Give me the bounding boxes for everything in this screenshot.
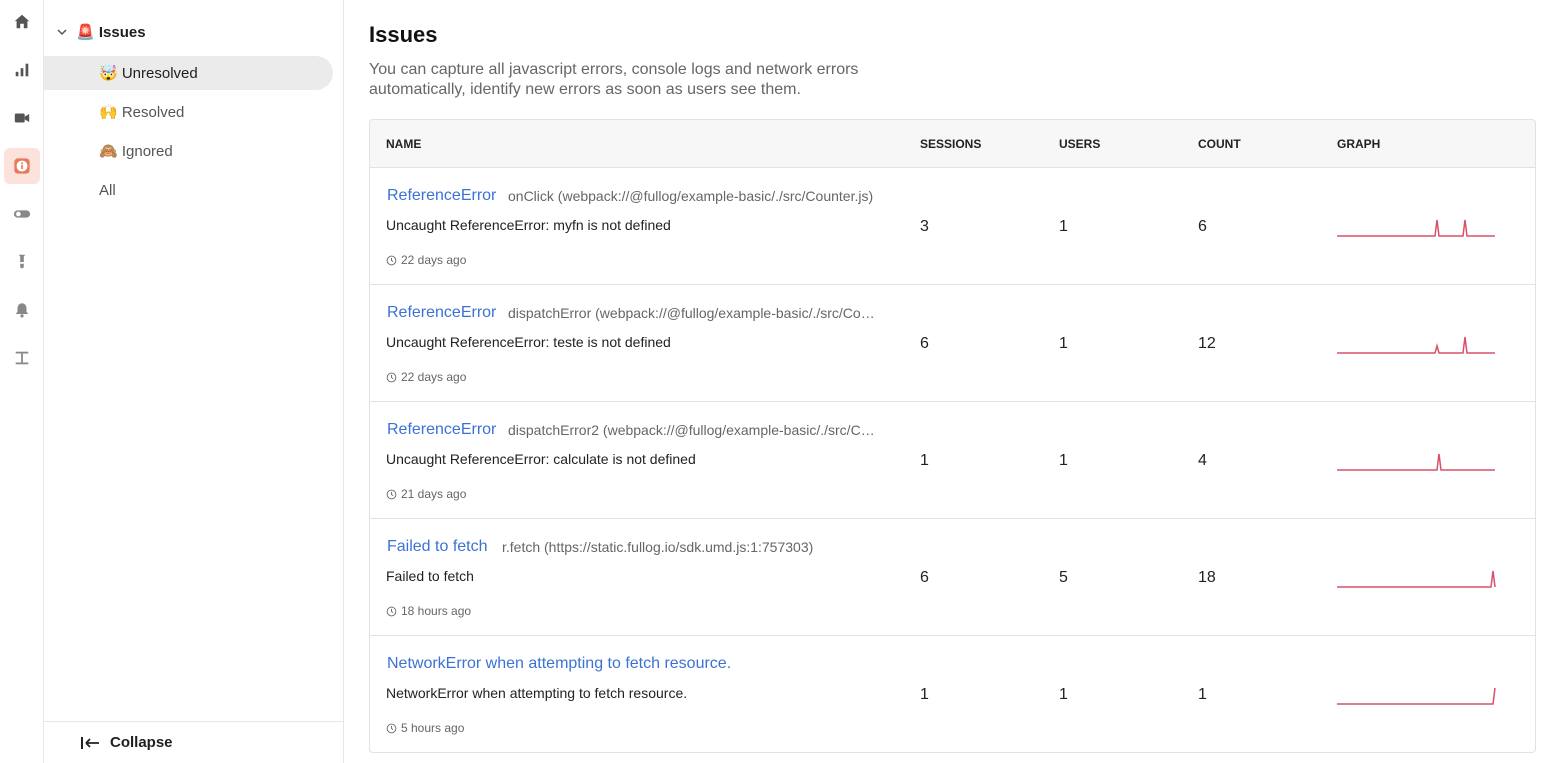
section-title: 🚨 Issues — [76, 24, 146, 41]
sidebar-item-all[interactable]: All — [44, 173, 333, 207]
header-graph: GRAPH — [1337, 137, 1381, 151]
sparkline-graph — [1337, 219, 1495, 237]
video-icon[interactable] — [4, 100, 40, 136]
users-count: 1 — [1059, 452, 1068, 469]
collapse-button[interactable]: Collapse — [44, 721, 343, 763]
error-source: dispatchError (webpack://@fullog/example… — [508, 305, 878, 321]
users-count: 1 — [1059, 335, 1068, 352]
table-row[interactable]: NetworkError when attempting to fetch re… — [370, 636, 1535, 752]
flask-icon[interactable] — [4, 244, 40, 280]
error-title-link[interactable]: ReferenceError — [387, 187, 496, 205]
sessions-count: 6 — [920, 569, 929, 586]
sidebar-item-resolved[interactable]: 🙌 Resolved — [44, 95, 333, 129]
clock-icon — [386, 372, 397, 382]
header-name[interactable]: NAME — [386, 137, 421, 151]
event-count: 18 — [1198, 569, 1216, 586]
event-count: 6 — [1198, 218, 1207, 235]
error-message: Uncaught ReferenceError: teste is not de… — [386, 334, 671, 350]
sparkline-graph — [1337, 336, 1495, 354]
clock-icon — [386, 255, 397, 265]
sparkline-graph — [1337, 570, 1496, 588]
table-header: NAME SESSIONS USERS COUNT GRAPH — [370, 120, 1535, 168]
sessions-count: 1 — [920, 686, 929, 703]
issues-icon[interactable] — [4, 148, 40, 184]
sessions-count: 6 — [920, 335, 929, 352]
issues-sidebar: 🚨 Issues 🤯 Unresolved 🙌 Resolved 🙈 Ignor… — [44, 0, 344, 763]
error-title-link[interactable]: ReferenceError — [387, 421, 496, 439]
time-ago: 21 days ago — [401, 487, 467, 501]
issues-table: NAME SESSIONS USERS COUNT GRAPH Referenc… — [369, 119, 1536, 753]
collapse-icon — [81, 736, 99, 749]
collapse-label: Collapse — [110, 734, 173, 751]
time-ago: 18 hours ago — [401, 604, 472, 618]
time-ago: 5 hours ago — [401, 721, 465, 735]
sparkline-line — [1337, 570, 1496, 588]
sidebar-item-ignored[interactable]: 🙈 Ignored — [44, 134, 333, 168]
error-source: r.fetch (https://static.fullog.io/sdk.um… — [502, 539, 814, 555]
sparkline-line — [1337, 453, 1495, 471]
page-description: You can capture all javascript errors, c… — [369, 61, 859, 98]
icon-rail — [0, 0, 44, 763]
sparkline-graph — [1337, 687, 1496, 705]
home-icon[interactable] — [4, 4, 40, 40]
sparkline-line — [1337, 336, 1495, 354]
table-row[interactable]: ReferenceError dispatchError (webpack://… — [370, 285, 1535, 402]
error-title-link[interactable]: ReferenceError — [387, 304, 496, 322]
settings-icon[interactable] — [4, 340, 40, 376]
error-timestamp: 22 days ago — [386, 253, 466, 267]
error-message: NetworkError when attempting to fetch re… — [386, 685, 688, 701]
clock-icon — [386, 723, 397, 733]
error-timestamp: 18 hours ago — [386, 604, 471, 618]
event-count: 12 — [1198, 335, 1216, 352]
error-title-link[interactable]: Failed to fetch — [387, 538, 488, 556]
event-count: 1 — [1198, 686, 1207, 703]
error-message: Failed to fetch — [386, 568, 474, 584]
error-timestamp: 21 days ago — [386, 487, 466, 501]
time-ago: 22 days ago — [401, 253, 467, 267]
sparkline-line — [1337, 687, 1496, 705]
users-count: 5 — [1059, 569, 1068, 586]
table-row[interactable]: Failed to fetch r.fetch (https://static.… — [370, 519, 1535, 636]
error-source: dispatchError2 (webpack://@fullog/exampl… — [508, 422, 878, 438]
bell-icon[interactable] — [4, 292, 40, 328]
error-message: Uncaught ReferenceError: myfn is not def… — [386, 217, 671, 233]
sidebar-item-unresolved[interactable]: 🤯 Unresolved — [44, 56, 333, 90]
toggle-icon[interactable] — [4, 196, 40, 232]
error-message: Uncaught ReferenceError: calculate is no… — [386, 451, 696, 467]
error-title-link[interactable]: NetworkError when attempting to fetch re… — [387, 655, 731, 673]
header-count[interactable]: COUNT — [1198, 137, 1241, 151]
users-count: 1 — [1059, 686, 1068, 703]
page-title: Issues — [369, 22, 438, 47]
table-row[interactable]: ReferenceError dispatchError2 (webpack:/… — [370, 402, 1535, 519]
sparkline-line — [1337, 219, 1495, 237]
time-ago: 22 days ago — [401, 370, 467, 384]
issues-section-header[interactable]: 🚨 Issues — [56, 20, 146, 44]
chart-icon[interactable] — [4, 52, 40, 88]
chevron-down-icon — [57, 29, 67, 36]
clock-icon — [386, 606, 397, 616]
clock-icon — [386, 489, 397, 499]
event-count: 4 — [1198, 452, 1207, 469]
users-count: 1 — [1059, 218, 1068, 235]
error-timestamp: 5 hours ago — [386, 721, 464, 735]
sessions-count: 1 — [920, 452, 929, 469]
error-timestamp: 22 days ago — [386, 370, 466, 384]
error-source: onClick (webpack://@fullog/example-basic… — [508, 188, 874, 204]
header-users[interactable]: USERS — [1059, 137, 1100, 151]
sparkline-graph — [1337, 453, 1495, 471]
sessions-count: 3 — [920, 218, 929, 235]
table-row[interactable]: ReferenceError onClick (webpack://@fullo… — [370, 168, 1535, 285]
header-sessions[interactable]: SESSIONS — [920, 137, 981, 151]
